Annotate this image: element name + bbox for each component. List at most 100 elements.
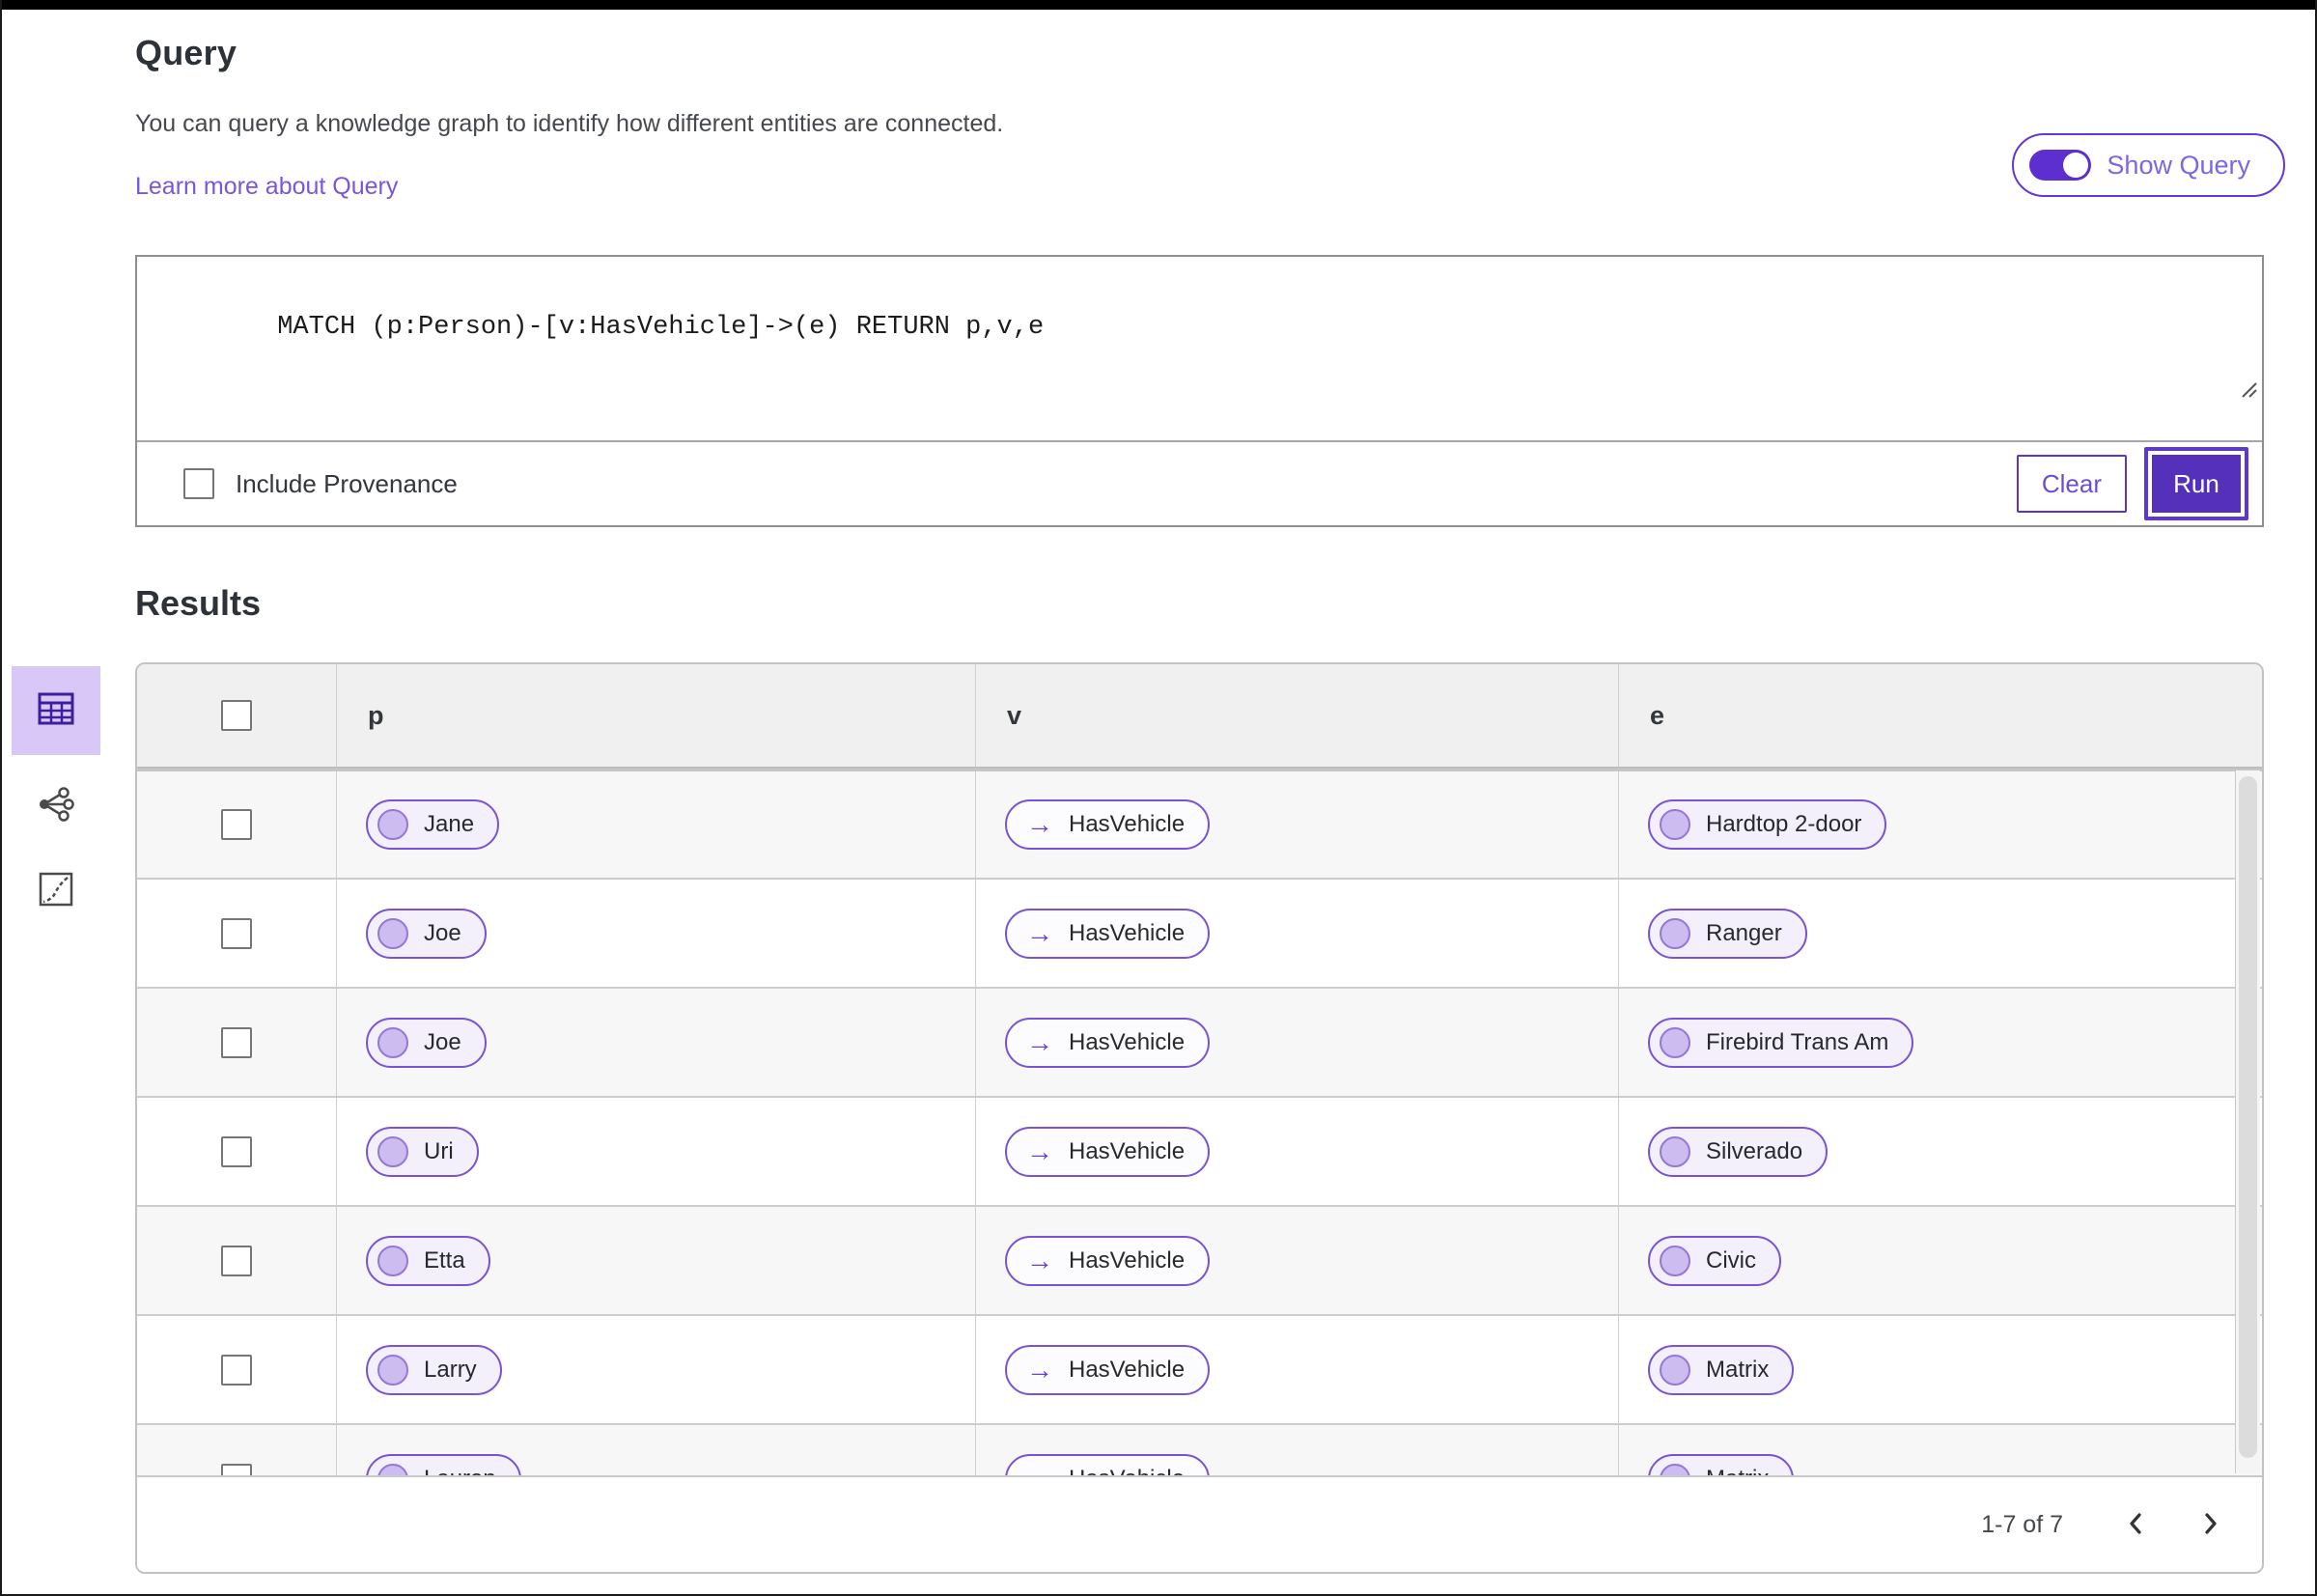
row-checkbox[interactable]: [221, 1135, 252, 1167]
node-pill[interactable]: Matrix: [1648, 1344, 1795, 1395]
show-query-label: Show Query: [2107, 150, 2250, 180]
node-pill[interactable]: Ranger: [1648, 908, 1807, 959]
show-query-toggle-button[interactable]: Show Query: [2012, 133, 2285, 197]
row-checkbox[interactable]: [221, 1245, 252, 1276]
query-text-input[interactable]: MATCH (p:Person)-[v:HasVehicle]->(e) RET…: [137, 257, 2262, 442]
row-checkbox[interactable]: [221, 917, 252, 949]
pill-label: Jane: [424, 811, 475, 837]
edge-pill[interactable]: → HasVehicle: [1005, 908, 1211, 959]
pill-label: Uri: [424, 1137, 454, 1164]
next-page-button[interactable]: [2192, 1503, 2229, 1547]
table-row: Etta → HasVehicle Civic: [137, 1205, 2262, 1314]
node-circle-icon: [1660, 1135, 1690, 1167]
arrow-right-icon: →: [1026, 809, 1053, 839]
node-circle-icon: [377, 1463, 408, 1475]
edge-pill[interactable]: → HasVehicle: [1005, 799, 1211, 850]
query-text: MATCH (p:Person)-[v:HasVehicle]->(e) RET…: [277, 313, 1045, 342]
edge-pill[interactable]: → HasVehicle: [1005, 1126, 1211, 1177]
table-pagination-footer: 1-7 of 7: [137, 1475, 2262, 1572]
node-circle-icon: [377, 1354, 408, 1386]
clear-button[interactable]: Clear: [2016, 455, 2127, 513]
graph-nodes-icon: [37, 786, 75, 826]
node-circle-icon: [377, 1245, 408, 1276]
chevron-left-icon: [2125, 1511, 2146, 1539]
table-header-row: p v e: [137, 664, 2262, 769]
edge-pill[interactable]: → HasVehicle: [1005, 1017, 1211, 1068]
node-circle-icon: [1660, 1354, 1690, 1386]
arrow-right-icon: →: [1026, 1245, 1053, 1275]
pill-label: HasVehicle: [1069, 811, 1186, 837]
arrow-right-icon: →: [1026, 1354, 1053, 1385]
graph-view-button[interactable]: [12, 772, 100, 840]
top-border-bar: [2, 0, 2315, 10]
pill-label: HasVehicle: [1069, 1466, 1185, 1476]
table-body: Jane → HasVehicle Hardtop 2-door Joe → HasVehi…: [137, 769, 2262, 1475]
results-table: p v e Jane → HasVehicle Hardtop 2-door Joe → H…: [135, 662, 2264, 1574]
node-pill[interactable]: Etta: [366, 1235, 490, 1286]
arrow-right-icon: →: [1026, 1465, 1053, 1475]
node-pill[interactable]: Matrix: [1648, 1453, 1795, 1476]
node-circle-icon: [1660, 809, 1690, 840]
row-checkbox[interactable]: [221, 1026, 252, 1058]
chart-view-button[interactable]: [12, 857, 100, 925]
row-checkbox[interactable]: [221, 1463, 252, 1475]
pill-label: Silverado: [1706, 1137, 1803, 1164]
arrow-right-icon: →: [1026, 917, 1053, 948]
edge-pill[interactable]: → HasVehicle: [1005, 1453, 1211, 1476]
column-header-e[interactable]: e: [1619, 701, 1664, 731]
row-checkbox[interactable]: [221, 809, 252, 840]
chevron-right-icon: [2200, 1511, 2221, 1539]
previous-page-button[interactable]: [2117, 1503, 2154, 1547]
column-header-v[interactable]: v: [976, 701, 1021, 731]
node-pill[interactable]: Larry: [366, 1344, 502, 1395]
node-pill[interactable]: Joe: [366, 1017, 487, 1068]
node-pill[interactable]: Jane: [366, 799, 500, 850]
edge-pill[interactable]: → HasVehicle: [1005, 1344, 1211, 1395]
pill-label: Etta: [424, 1246, 465, 1274]
node-pill[interactable]: Uri: [366, 1126, 479, 1177]
table-view-button[interactable]: [12, 666, 100, 755]
node-circle-icon: [1660, 1245, 1690, 1276]
pill-label: Joe: [424, 1028, 461, 1055]
pill-label: HasVehicle: [1069, 1356, 1186, 1383]
node-pill[interactable]: Silverado: [1648, 1126, 1828, 1177]
table-row: Lauren → HasVehicle Matrix: [137, 1423, 2262, 1475]
node-pill[interactable]: Lauren: [366, 1453, 521, 1476]
results-view-switcher: [12, 666, 100, 925]
results-area: p v e Jane → HasVehicle Hardtop 2-door Joe → H…: [12, 662, 2264, 1574]
textarea-resize-handle-icon[interactable]: [2111, 349, 2258, 436]
pill-label: Ranger: [1706, 919, 1782, 946]
arrow-right-icon: →: [1026, 1026, 1053, 1057]
edge-pill[interactable]: → HasVehicle: [1005, 1235, 1211, 1286]
include-provenance-checkbox[interactable]: [183, 468, 214, 499]
node-circle-icon: [1660, 1026, 1690, 1058]
node-pill[interactable]: Firebird Trans Am: [1648, 1017, 1914, 1068]
pill-label: HasVehicle: [1069, 1246, 1186, 1274]
scrollbar-thumb[interactable]: [2239, 776, 2257, 1458]
table-row: Joe → HasVehicle Ranger: [137, 878, 2262, 987]
node-pill[interactable]: Civic: [1648, 1235, 1781, 1286]
header-checkbox-cell: [137, 664, 336, 767]
table-row: Uri → HasVehicle Silverado: [137, 1096, 2262, 1205]
pill-label: HasVehicle: [1069, 919, 1186, 946]
table-vertical-scrollbar[interactable]: [2235, 770, 2260, 1473]
pill-label: Firebird Trans Am: [1706, 1028, 1889, 1055]
table-row: Larry → HasVehicle Matrix: [137, 1314, 2262, 1423]
pill-label: Matrix: [1706, 1466, 1769, 1476]
node-pill[interactable]: Hardtop 2-door: [1648, 799, 1887, 850]
pill-label: Lauren: [424, 1466, 496, 1476]
run-button[interactable]: Run: [2144, 447, 2248, 520]
node-pill[interactable]: Joe: [366, 908, 487, 959]
scatter-chart-icon: [39, 872, 73, 911]
column-header-p[interactable]: p: [337, 701, 384, 731]
node-circle-icon: [377, 1026, 408, 1058]
node-circle-icon: [377, 917, 408, 949]
toggle-on-icon[interactable]: [2029, 150, 2092, 181]
pill-label: Hardtop 2-door: [1706, 811, 1862, 837]
row-checkbox[interactable]: [221, 1354, 252, 1386]
page-title: Query: [135, 33, 237, 72]
learn-more-link[interactable]: Learn more about Query: [135, 173, 398, 201]
select-all-checkbox[interactable]: [221, 700, 252, 731]
pill-label: Matrix: [1706, 1356, 1770, 1383]
query-editor-footer: Include Provenance Clear Run: [137, 442, 2262, 525]
